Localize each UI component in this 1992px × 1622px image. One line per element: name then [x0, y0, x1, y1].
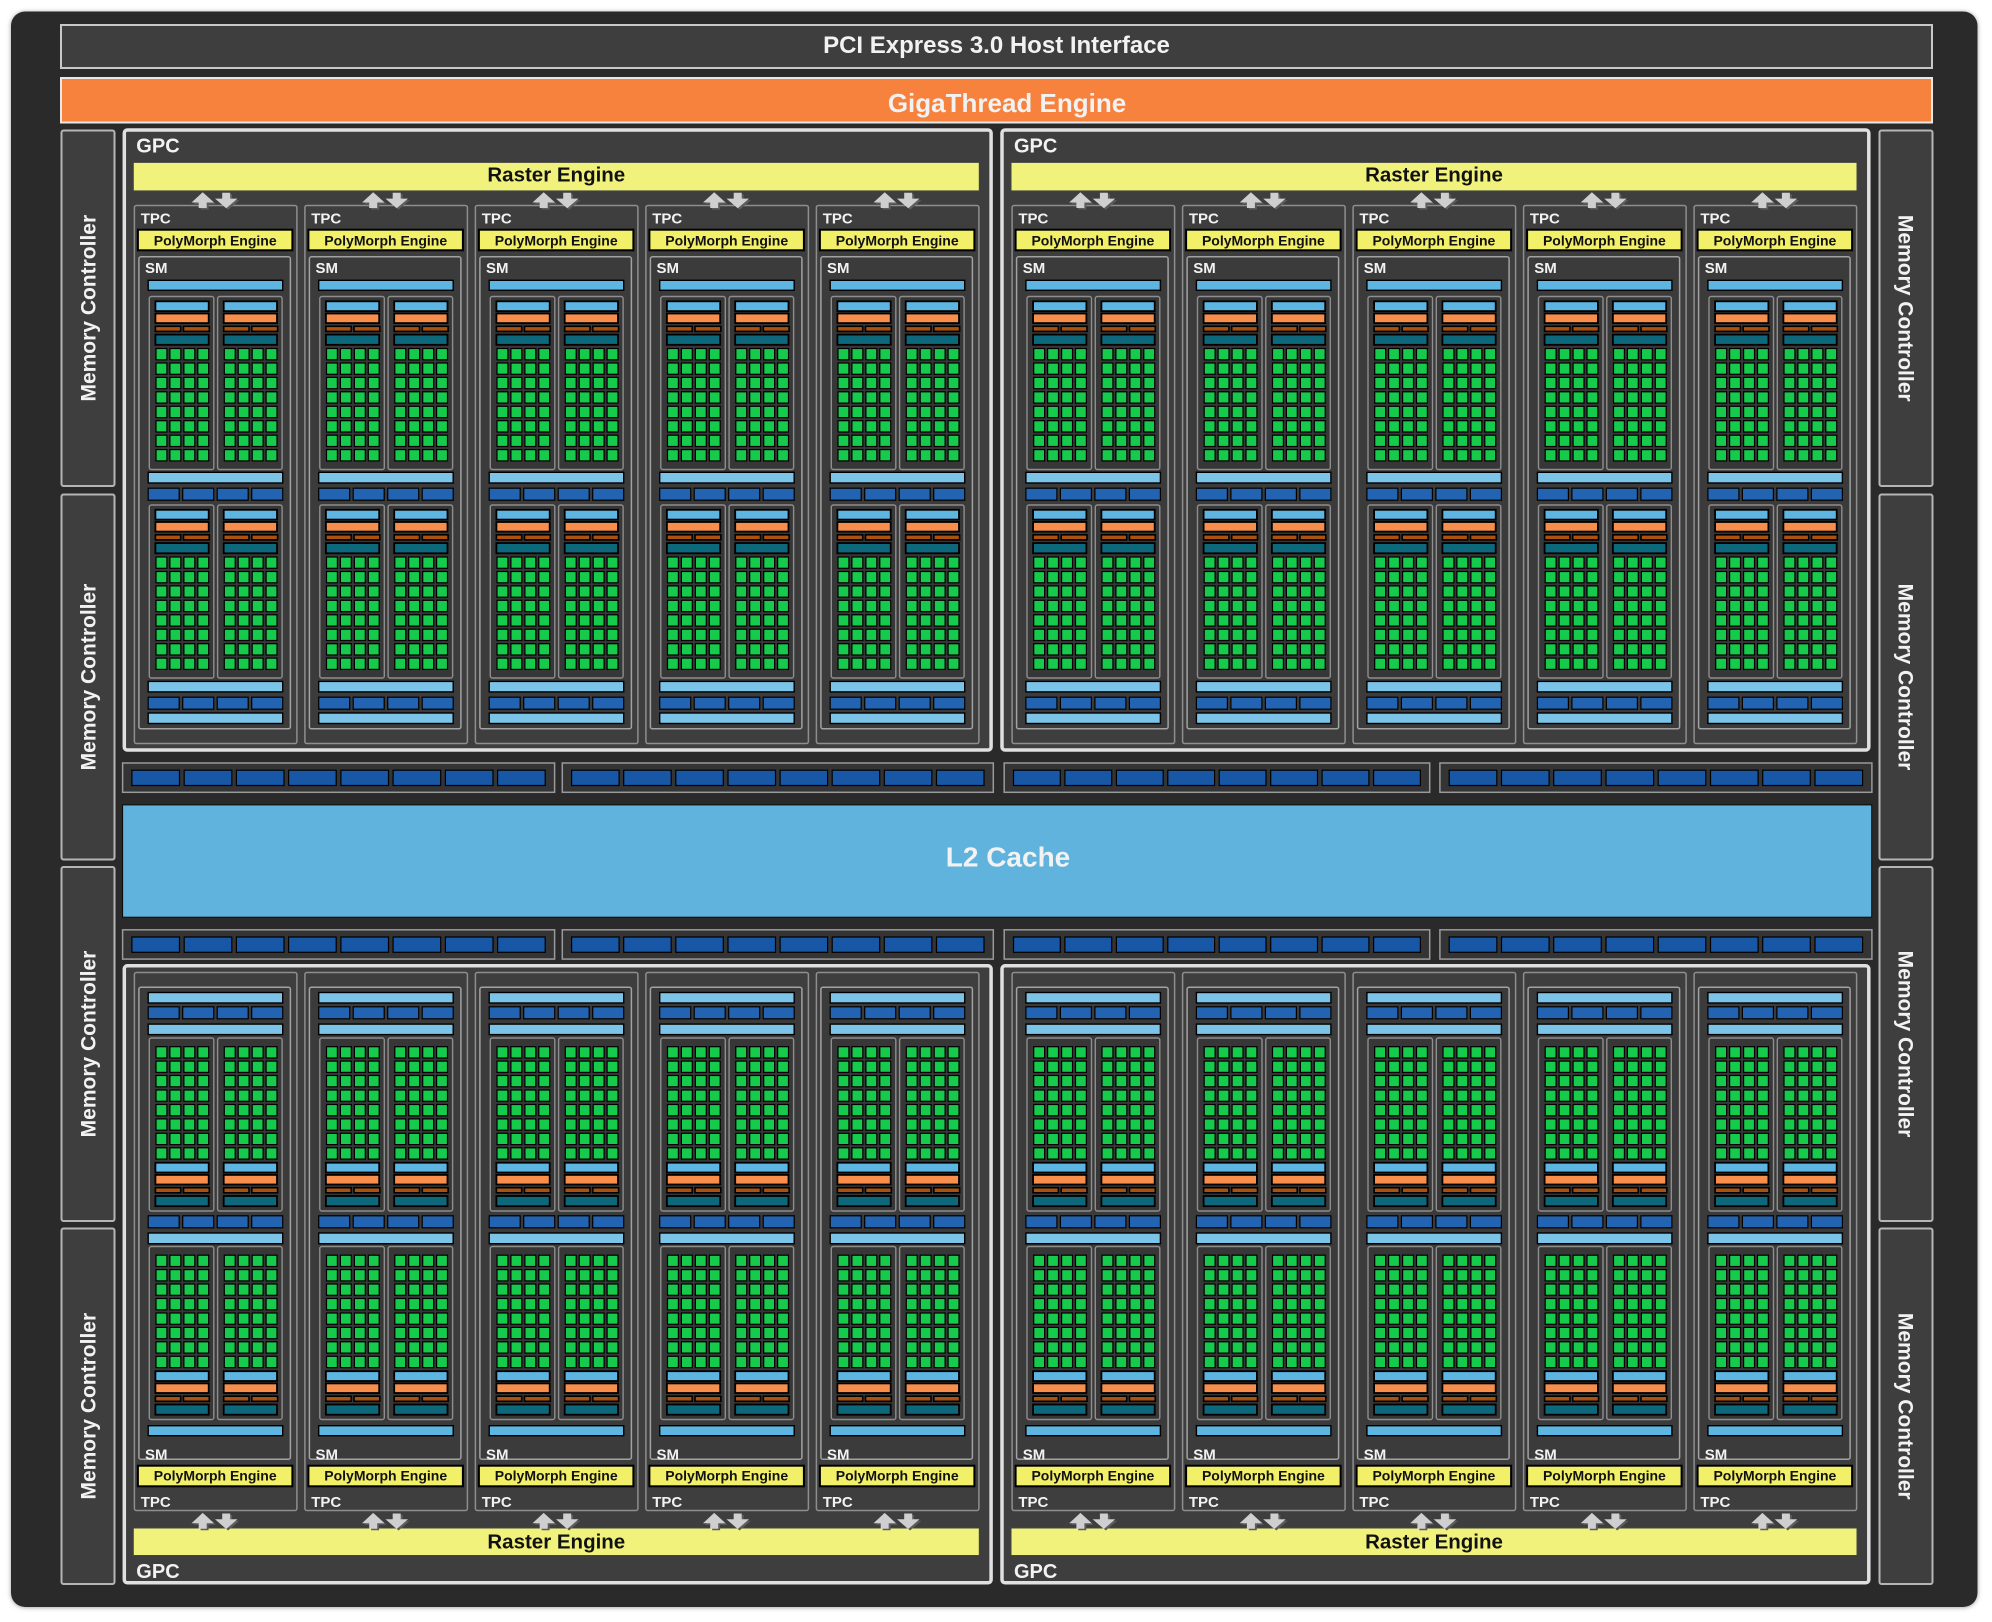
- svg-text:TPC: TPC: [311, 1494, 341, 1511]
- svg-text:TPC: TPC: [652, 210, 682, 227]
- svg-text:SM: SM: [486, 260, 509, 277]
- svg-text:SM: SM: [657, 260, 680, 277]
- svg-text:PolyMorph Engine: PolyMorph Engine: [324, 1468, 447, 1484]
- svg-text:SM: SM: [1705, 1447, 1728, 1464]
- svg-text:TPC: TPC: [823, 210, 853, 227]
- svg-text:TPC: TPC: [1359, 1494, 1389, 1511]
- svg-text:SM: SM: [1364, 1447, 1387, 1464]
- svg-text:PolyMorph Engine: PolyMorph Engine: [1543, 1468, 1666, 1484]
- svg-text:PolyMorph Engine: PolyMorph Engine: [1372, 1468, 1495, 1484]
- svg-text:Memory Controller: Memory Controller: [1894, 584, 1917, 771]
- svg-text:TPC: TPC: [1189, 210, 1219, 227]
- svg-text:TPC: TPC: [482, 1494, 512, 1511]
- svg-text:SM: SM: [1023, 260, 1045, 277]
- svg-text:Memory Controller: Memory Controller: [78, 951, 101, 1138]
- svg-text:Raster Engine: Raster Engine: [487, 164, 625, 187]
- svg-text:PolyMorph Engine: PolyMorph Engine: [665, 1468, 788, 1484]
- svg-text:PolyMorph Engine: PolyMorph Engine: [665, 233, 788, 249]
- svg-text:PCI Express 3.0 Host Interface: PCI Express 3.0 Host Interface: [823, 32, 1170, 59]
- svg-text:SM: SM: [145, 1447, 168, 1464]
- svg-text:TPC: TPC: [1189, 1494, 1219, 1511]
- svg-text:L2 Cache: L2 Cache: [946, 842, 1071, 873]
- svg-text:TPC: TPC: [1700, 210, 1730, 227]
- svg-text:PolyMorph Engine: PolyMorph Engine: [1031, 1468, 1154, 1484]
- svg-text:TPC: TPC: [482, 210, 512, 227]
- svg-text:Memory Controller: Memory Controller: [78, 1313, 101, 1500]
- svg-text:SM: SM: [657, 1447, 680, 1464]
- svg-text:SM: SM: [1534, 1447, 1557, 1464]
- svg-text:TPC: TPC: [652, 1494, 682, 1511]
- svg-text:TPC: TPC: [1700, 1494, 1730, 1511]
- svg-text:PolyMorph Engine: PolyMorph Engine: [154, 1468, 277, 1484]
- svg-text:SM: SM: [316, 260, 339, 277]
- svg-text:TPC: TPC: [1018, 210, 1048, 227]
- svg-text:Raster Engine: Raster Engine: [1365, 1530, 1503, 1553]
- svg-text:PolyMorph Engine: PolyMorph Engine: [1713, 1468, 1836, 1484]
- svg-text:PolyMorph Engine: PolyMorph Engine: [836, 1468, 959, 1484]
- svg-text:PolyMorph Engine: PolyMorph Engine: [836, 233, 959, 249]
- svg-text:TPC: TPC: [1359, 210, 1389, 227]
- svg-text:TPC: TPC: [1530, 1494, 1560, 1511]
- svg-text:GPC: GPC: [1014, 136, 1057, 158]
- svg-text:SM: SM: [827, 260, 850, 277]
- svg-text:Memory Controller: Memory Controller: [1894, 951, 1917, 1138]
- svg-text:SM: SM: [1193, 260, 1216, 277]
- svg-text:Memory Controller: Memory Controller: [78, 584, 101, 771]
- svg-text:Raster Engine: Raster Engine: [487, 1530, 625, 1553]
- svg-text:TPC: TPC: [1530, 210, 1560, 227]
- svg-text:PolyMorph Engine: PolyMorph Engine: [495, 233, 618, 249]
- svg-text:TPC: TPC: [823, 1494, 853, 1511]
- svg-text:PolyMorph Engine: PolyMorph Engine: [1372, 233, 1495, 249]
- svg-text:TPC: TPC: [141, 210, 171, 227]
- svg-text:SM: SM: [316, 1447, 339, 1464]
- svg-text:SM: SM: [145, 260, 168, 277]
- svg-text:SM: SM: [827, 1447, 850, 1464]
- svg-text:GPC: GPC: [136, 1561, 179, 1583]
- svg-text:GPC: GPC: [136, 136, 179, 158]
- svg-text:PolyMorph Engine: PolyMorph Engine: [1031, 233, 1154, 249]
- svg-text:GigaThread Engine: GigaThread Engine: [888, 88, 1126, 118]
- svg-text:PolyMorph Engine: PolyMorph Engine: [495, 1468, 618, 1484]
- svg-text:PolyMorph Engine: PolyMorph Engine: [1202, 233, 1325, 249]
- svg-text:TPC: TPC: [1018, 1494, 1048, 1511]
- svg-text:PolyMorph Engine: PolyMorph Engine: [1543, 233, 1666, 249]
- svg-text:Raster Engine: Raster Engine: [1365, 164, 1503, 187]
- svg-text:SM: SM: [1534, 260, 1557, 277]
- svg-text:SM: SM: [1023, 1447, 1045, 1464]
- svg-text:PolyMorph Engine: PolyMorph Engine: [324, 233, 447, 249]
- svg-text:Memory Controller: Memory Controller: [78, 215, 101, 402]
- svg-text:SM: SM: [1364, 260, 1387, 277]
- svg-text:PolyMorph Engine: PolyMorph Engine: [154, 233, 277, 249]
- svg-text:Memory Controller: Memory Controller: [1894, 1313, 1917, 1500]
- svg-text:PolyMorph Engine: PolyMorph Engine: [1202, 1468, 1325, 1484]
- svg-text:TPC: TPC: [141, 1494, 171, 1511]
- svg-text:SM: SM: [486, 1447, 509, 1464]
- svg-text:Memory Controller: Memory Controller: [1894, 215, 1917, 402]
- svg-text:SM: SM: [1705, 260, 1728, 277]
- svg-text:PolyMorph Engine: PolyMorph Engine: [1713, 233, 1836, 249]
- svg-text:TPC: TPC: [311, 210, 341, 227]
- svg-text:GPC: GPC: [1014, 1561, 1057, 1583]
- svg-text:SM: SM: [1193, 1447, 1216, 1464]
